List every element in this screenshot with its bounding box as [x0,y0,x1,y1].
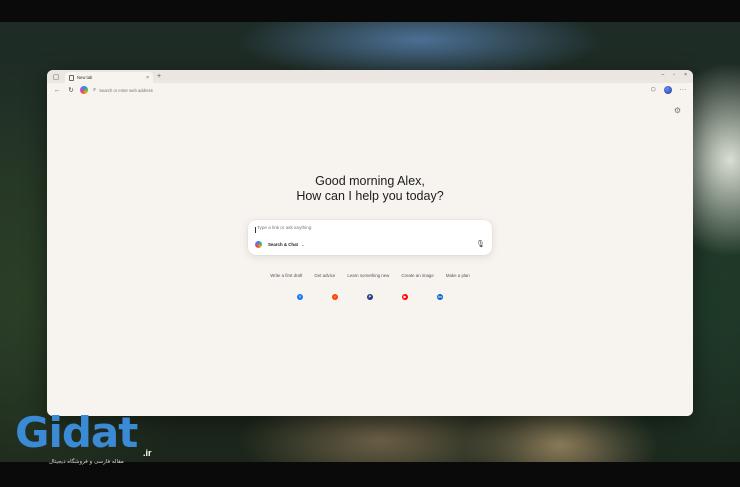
close-window-icon[interactable]: × [684,72,687,78]
linkedin-icon: in [437,294,443,300]
suggestion-write-draft[interactable]: Write a first draft [270,273,302,278]
window-controls: – ▫ × [662,72,687,78]
shortcut-youtube[interactable]: ▶ [397,290,414,304]
more-menu-icon[interactable]: ··· [680,87,688,93]
address-input[interactable] [99,87,500,93]
reddit-icon: • [332,294,338,300]
back-icon[interactable]: ← [53,87,61,94]
top-letterbox-bar [0,0,740,22]
copilot-icon [255,241,262,248]
close-tab-icon[interactable]: × [146,75,149,81]
youtube-icon: ▶ [402,294,408,300]
gear-icon[interactable]: ⚙ [674,106,681,115]
address-bar: ← ↻ ⌕ ⬡ ··· [47,83,693,97]
site-shortcuts: f • P ▶ in [47,290,693,304]
greeting-heading: Good morning Alex, How can I help you to… [47,174,693,204]
chat-composer: Search & Chat ⌄ 🎙 [248,220,492,255]
mode-selector-button[interactable]: Search & Chat ⌄ [255,241,304,248]
shortcut-reddit[interactable]: • [327,290,344,304]
microphone-icon[interactable]: 🎙 [476,240,485,248]
minimize-icon[interactable]: – [662,72,665,78]
greeting-line-1: Good morning Alex, [315,174,425,188]
shortcut-linkedin[interactable]: in [432,290,449,304]
suggestion-learn-new[interactable]: Learn something new [347,273,389,278]
shortcut-facebook[interactable]: f [292,290,309,304]
prompt-input[interactable] [257,225,477,230]
tab-bar: ▢ New tab × + – ▫ × [47,70,693,83]
browser-window: ▢ New tab × + – ▫ × ← ↻ ⌕ ⬡ ··· ⚙ Good m… [47,70,693,416]
facebook-icon: f [297,294,303,300]
paypal-icon: P [367,294,373,300]
extensions-icon[interactable]: ⬡ [651,87,656,93]
profile-avatar[interactable] [663,86,672,94]
suggestion-create-image[interactable]: Create an image [401,273,433,278]
watermark-tld: .ir [143,448,152,458]
chevron-down-icon: ⌄ [301,242,305,247]
search-icon: ⌕ [93,86,97,93]
suggestion-make-plan[interactable]: Make a plan [446,273,470,278]
watermark-logo: Gidat .ir مقاله فارسی و فروشگاه دیجیتال [15,408,165,470]
sidebar-toggle-icon[interactable]: ▢ [50,71,62,83]
tab-title: New tab [77,75,93,80]
greeting-line-2: How can I help you today? [296,189,444,203]
watermark-subtitle: مقاله فارسی و فروشگاه دیجیتال [49,459,124,465]
watermark-text: Gidat [15,408,138,457]
suggestion-chips: Write a first draft Get advice Learn som… [47,273,693,278]
maximize-icon[interactable]: ▫ [673,72,675,78]
page-icon [69,74,74,81]
refresh-icon[interactable]: ↻ [67,86,75,94]
new-tab-button[interactable]: + [157,72,161,83]
copilot-icon[interactable] [80,86,88,94]
shortcut-paypal[interactable]: P [362,290,379,304]
text-cursor [255,227,256,233]
suggestion-get-advice[interactable]: Get advice [314,273,335,278]
tab-new-tab[interactable]: New tab × [65,72,153,83]
mode-label: Search & Chat [268,242,299,247]
toolbar-right: ⬡ ··· [651,86,687,94]
